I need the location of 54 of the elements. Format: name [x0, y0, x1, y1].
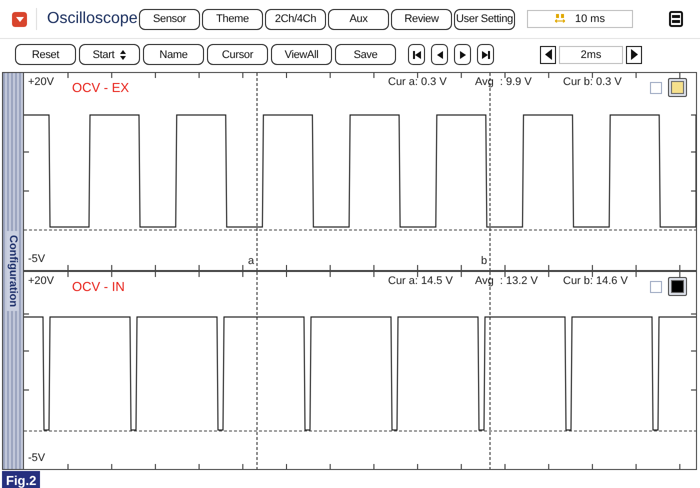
menu-button[interactable]: Theme — [202, 8, 263, 30]
channel-checkbox[interactable] — [650, 281, 662, 293]
average-reading: Avg : 13.2 V — [475, 275, 538, 287]
toolbar-button[interactable]: Name — [143, 44, 204, 65]
max-voltage-label: +20V — [28, 76, 54, 88]
nav-button[interactable] — [454, 44, 471, 65]
menu-button[interactable]: Sensor — [139, 8, 200, 30]
left-triangle-icon — [544, 49, 552, 60]
toolbar-button[interactable]: Save — [335, 44, 396, 65]
cursor-line[interactable] — [256, 73, 258, 270]
color-swatch[interactable] — [668, 277, 687, 296]
nav-button[interactable] — [477, 44, 494, 65]
scale-icon — [555, 14, 566, 24]
cursor-label: b — [481, 255, 488, 267]
menu-button[interactable]: 2Ch/4Ch — [265, 8, 326, 30]
time-field[interactable]: 10 ms — [527, 10, 633, 28]
average-reading: Avg : 9.9 V — [475, 76, 532, 88]
min-voltage-label: -5V — [28, 452, 46, 464]
nav-button[interactable] — [408, 44, 425, 65]
menu-button[interactable]: Aux — [328, 8, 389, 30]
cursor-line[interactable] — [256, 272, 258, 469]
cursor-a-reading: Cur a: 14.5 V — [388, 275, 453, 287]
min-voltage-label: -5V — [28, 253, 46, 265]
layout-icon[interactable] — [669, 11, 683, 27]
toolbar-button[interactable]: ViewAll — [271, 44, 332, 65]
cursor-b-reading: Cur b: 14.6 V — [563, 275, 628, 287]
menu-button[interactable] — [12, 12, 27, 26]
cursor-label: a — [248, 255, 254, 267]
zoom-out-button[interactable] — [540, 46, 556, 64]
cursor-b-reading: Cur b: 0.3 V — [563, 76, 622, 88]
max-voltage-label: +20V — [28, 275, 54, 287]
toolbar-button[interactable]: Start — [79, 44, 140, 65]
zoom-field[interactable]: 2ms — [559, 46, 623, 64]
channel-name: OCV - EX — [72, 80, 130, 95]
right-triangle-icon — [630, 49, 638, 60]
toolbar-button[interactable]: Reset — [15, 44, 76, 65]
skip-start-icon — [412, 50, 420, 58]
up-down-icon — [120, 50, 126, 60]
menu-button[interactable]: User Setting — [454, 8, 515, 30]
app-title: Oscilloscope — [47, 10, 139, 28]
next-icon — [458, 50, 466, 58]
caret-icon — [16, 16, 24, 22]
nav-button[interactable] — [431, 44, 448, 65]
configuration-tab[interactable]: Configuration — [3, 73, 24, 469]
zoom-in-button[interactable] — [626, 46, 642, 64]
menu-button[interactable]: Review — [391, 8, 452, 30]
channel-name: OCV - IN — [72, 279, 125, 294]
previous-icon — [436, 50, 444, 58]
toolbar-button[interactable]: Cursor — [207, 44, 268, 65]
cursor-a-reading: Cur a: 0.3 V — [388, 76, 447, 88]
figure-label: Fig.2 — [2, 471, 40, 488]
skip-end-icon — [482, 50, 490, 58]
channel-checkbox[interactable] — [650, 82, 662, 94]
color-swatch[interactable] — [668, 78, 687, 97]
